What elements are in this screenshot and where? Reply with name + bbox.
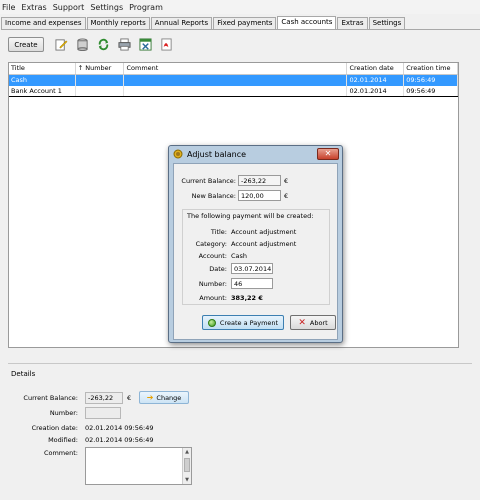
current-balance-field[interactable]: -263,22 [85,392,123,404]
archive-icon [77,38,88,51]
export-excel-icon [139,38,152,51]
column-title[interactable]: Title [9,63,76,74]
date-input[interactable]: 03.07.2014 [231,263,273,274]
menu-settings[interactable]: Settings [90,3,123,12]
toolbar: Create [8,37,180,52]
payment-title-label: Title: [210,228,227,236]
number-input[interactable]: 46 [231,278,273,289]
column-comment[interactable]: Comment [124,63,348,74]
abort-label: Abort [309,318,328,327]
app-icon [173,149,183,159]
create-payment-label: Create a Payment [219,318,279,327]
cell-comment [124,75,348,86]
new-balance-label: New Balance: [191,192,236,200]
account-label: Account: [198,252,227,260]
change-button-label: Change [156,393,182,402]
account-value: Cash [231,252,248,260]
cell-date: 02.01.2014 [347,75,405,86]
table-row[interactable]: Bank Account 1 02.01.2014 09:56:49 [9,86,458,97]
cell-number [76,86,125,96]
refresh-button[interactable] [96,37,111,52]
export-pdf-button[interactable] [159,37,174,52]
change-button[interactable]: ➔ Change [139,391,189,404]
number-label: Number: [198,280,227,288]
scroll-up-icon[interactable]: ▲ [183,448,191,456]
number-field[interactable] [85,407,121,419]
cell-title: Bank Account 1 [9,86,76,96]
currency-symbol: € [284,192,289,200]
modified-label: Modified: [48,436,78,444]
close-icon[interactable]: ✕ [317,148,339,160]
print-button[interactable] [117,37,132,52]
amount-value: 383,22 € [231,294,263,302]
menu-program[interactable]: Program [129,3,163,12]
cell-number [76,75,125,86]
cell-title: Cash [9,75,76,86]
category-value: Account adjustment [231,240,297,248]
export-pdf-icon [161,38,172,51]
payment-preview-group: The following payment will be created: T… [182,209,330,305]
create-button[interactable]: Create [8,37,44,52]
edit-icon [55,39,68,51]
menu-extras[interactable]: Extras [21,3,46,12]
archive-button[interactable] [75,37,90,52]
cell-comment [124,86,348,96]
scroll-down-icon[interactable]: ▼ [183,476,191,484]
menu-bar: File Extras Support Settings Program [0,0,480,14]
column-creation-time[interactable]: Creation time [404,63,458,74]
tab-cash-accounts[interactable]: Cash accounts [277,16,337,29]
comment-label: Comment: [43,449,78,457]
create-payment-button[interactable]: Create a Payment [202,315,284,330]
print-icon [118,38,131,51]
tab-annual-reports[interactable]: Annual Reports [150,17,213,29]
dialog-title: Adjust balance [187,149,247,159]
number-label: Number: [49,409,78,417]
currency-symbol: € [127,394,132,402]
creation-date-label: Creation date: [31,424,78,432]
table-row[interactable]: Cash 02.01.2014 09:56:49 [9,75,458,86]
currency-symbol: € [284,177,289,185]
cell-date: 02.01.2014 [347,86,405,96]
dialog-current-balance-label: Current Balance: [181,177,236,185]
payment-title-value: Account adjustment [231,228,297,236]
cancel-x-icon: ✕ [298,317,306,328]
comment-textarea[interactable]: ▲ ▼ [85,447,192,485]
new-balance-input[interactable]: 120,00 [238,190,281,201]
arrow-right-icon: ➔ [146,393,154,402]
creation-date-value: 02.01.2014 09:56:49 [85,424,154,432]
category-label: Category: [195,240,227,248]
cell-time: 09:56:49 [404,75,458,86]
current-balance-label: Current Balance: [23,394,78,402]
dialog-current-balance-field[interactable]: -263,22 [238,175,281,186]
dialog-body: Current Balance: -263,22 € New Balance: … [173,163,338,340]
menu-support[interactable]: Support [53,3,85,12]
tab-income-expenses[interactable]: Income and expenses [1,17,86,29]
menu-file[interactable]: File [2,3,15,12]
tab-bar: Income and expenses Monthly reports Annu… [1,16,406,29]
confirm-icon [207,318,216,327]
cell-time: 09:56:49 [404,86,458,96]
modified-value: 02.01.2014 09:56:49 [85,436,154,444]
details-title: Details [11,370,36,378]
tab-settings[interactable]: Settings [368,17,406,29]
abort-button[interactable]: ✕ Abort [290,315,336,330]
comment-scrollbar[interactable]: ▲ ▼ [182,448,191,484]
tab-extras[interactable]: Extras [337,17,368,29]
column-creation-date[interactable]: Creation date [347,63,405,74]
refresh-icon [98,38,109,51]
tab-fixed-payments[interactable]: Fixed payments [213,17,277,29]
scroll-thumb[interactable] [184,458,190,472]
details-panel: Details Current Balance: -263,22 € ➔ Cha… [8,363,472,497]
export-excel-button[interactable] [138,37,153,52]
tab-monthly-reports[interactable]: Monthly reports [86,17,150,29]
group-title: The following payment will be created: [187,212,314,220]
date-label: Date: [209,265,227,273]
amount-label: Amount: [199,294,227,302]
table-header: Title ↑ Number Comment Creation date Cre… [9,63,458,75]
edit-button[interactable] [54,37,69,52]
adjust-balance-dialog: Adjust balance ✕ Current Balance: -263,2… [168,145,343,343]
column-number[interactable]: ↑ Number [76,63,125,74]
